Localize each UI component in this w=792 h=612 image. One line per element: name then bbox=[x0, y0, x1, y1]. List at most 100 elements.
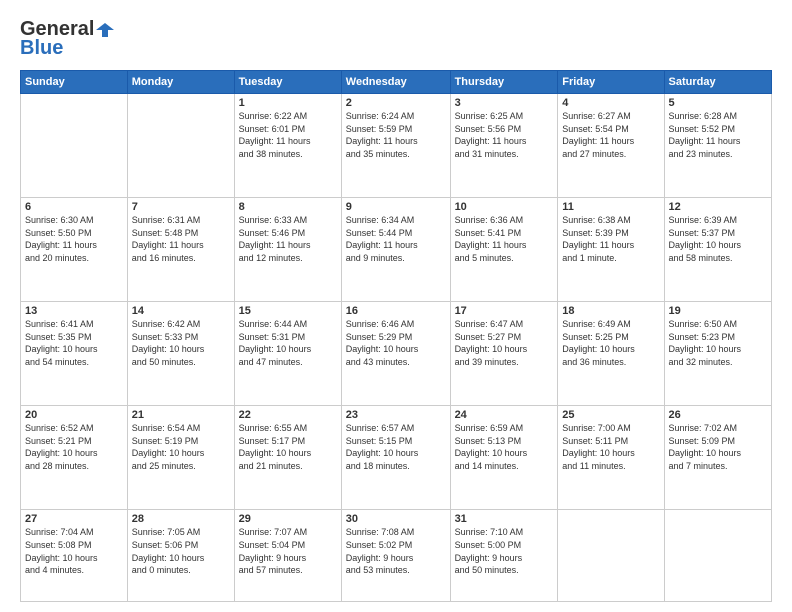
day-info: Sunrise: 7:10 AM Sunset: 5:00 PM Dayligh… bbox=[455, 526, 554, 576]
page: General Blue SundayMondayTuesdayWednesda… bbox=[0, 0, 792, 612]
day-info: Sunrise: 6:59 AM Sunset: 5:13 PM Dayligh… bbox=[455, 422, 554, 472]
day-number: 14 bbox=[132, 305, 230, 317]
day-number: 7 bbox=[132, 201, 230, 213]
day-number: 18 bbox=[562, 305, 659, 317]
day-number: 21 bbox=[132, 409, 230, 421]
weekday-header-tuesday: Tuesday bbox=[234, 71, 341, 94]
week-row-5: 27Sunrise: 7:04 AM Sunset: 5:08 PM Dayli… bbox=[21, 510, 772, 602]
day-cell: 21Sunrise: 6:54 AM Sunset: 5:19 PM Dayli… bbox=[127, 406, 234, 510]
day-info: Sunrise: 6:31 AM Sunset: 5:48 PM Dayligh… bbox=[132, 214, 230, 264]
day-number: 24 bbox=[455, 409, 554, 421]
day-info: Sunrise: 7:05 AM Sunset: 5:06 PM Dayligh… bbox=[132, 526, 230, 576]
day-cell: 26Sunrise: 7:02 AM Sunset: 5:09 PM Dayli… bbox=[664, 406, 771, 510]
day-info: Sunrise: 6:52 AM Sunset: 5:21 PM Dayligh… bbox=[25, 422, 123, 472]
day-cell: 22Sunrise: 6:55 AM Sunset: 5:17 PM Dayli… bbox=[234, 406, 341, 510]
day-cell: 6Sunrise: 6:30 AM Sunset: 5:50 PM Daylig… bbox=[21, 198, 128, 302]
day-info: Sunrise: 6:41 AM Sunset: 5:35 PM Dayligh… bbox=[25, 318, 123, 368]
day-cell: 18Sunrise: 6:49 AM Sunset: 5:25 PM Dayli… bbox=[558, 302, 664, 406]
day-info: Sunrise: 7:07 AM Sunset: 5:04 PM Dayligh… bbox=[239, 526, 337, 576]
day-cell: 29Sunrise: 7:07 AM Sunset: 5:04 PM Dayli… bbox=[234, 510, 341, 602]
day-cell: 13Sunrise: 6:41 AM Sunset: 5:35 PM Dayli… bbox=[21, 302, 128, 406]
day-info: Sunrise: 6:36 AM Sunset: 5:41 PM Dayligh… bbox=[455, 214, 554, 264]
day-cell bbox=[558, 510, 664, 602]
day-number: 30 bbox=[346, 513, 446, 525]
calendar: SundayMondayTuesdayWednesdayThursdayFrid… bbox=[20, 70, 772, 602]
weekday-header-friday: Friday bbox=[558, 71, 664, 94]
day-number: 28 bbox=[132, 513, 230, 525]
weekday-header-sunday: Sunday bbox=[21, 71, 128, 94]
day-info: Sunrise: 7:00 AM Sunset: 5:11 PM Dayligh… bbox=[562, 422, 659, 472]
day-cell: 16Sunrise: 6:46 AM Sunset: 5:29 PM Dayli… bbox=[341, 302, 450, 406]
day-info: Sunrise: 6:57 AM Sunset: 5:15 PM Dayligh… bbox=[346, 422, 446, 472]
day-info: Sunrise: 6:28 AM Sunset: 5:52 PM Dayligh… bbox=[669, 110, 767, 160]
day-number: 13 bbox=[25, 305, 123, 317]
day-cell: 1Sunrise: 6:22 AM Sunset: 6:01 PM Daylig… bbox=[234, 94, 341, 198]
day-cell: 7Sunrise: 6:31 AM Sunset: 5:48 PM Daylig… bbox=[127, 198, 234, 302]
day-cell: 31Sunrise: 7:10 AM Sunset: 5:00 PM Dayli… bbox=[450, 510, 558, 602]
day-cell bbox=[664, 510, 771, 602]
logo: General Blue bbox=[20, 18, 116, 60]
day-info: Sunrise: 6:33 AM Sunset: 5:46 PM Dayligh… bbox=[239, 214, 337, 264]
weekday-header-row: SundayMondayTuesdayWednesdayThursdayFrid… bbox=[21, 71, 772, 94]
weekday-header-thursday: Thursday bbox=[450, 71, 558, 94]
day-info: Sunrise: 6:50 AM Sunset: 5:23 PM Dayligh… bbox=[669, 318, 767, 368]
weekday-header-saturday: Saturday bbox=[664, 71, 771, 94]
day-number: 22 bbox=[239, 409, 337, 421]
day-number: 29 bbox=[239, 513, 337, 525]
day-cell: 27Sunrise: 7:04 AM Sunset: 5:08 PM Dayli… bbox=[21, 510, 128, 602]
day-cell: 5Sunrise: 6:28 AM Sunset: 5:52 PM Daylig… bbox=[664, 94, 771, 198]
day-number: 26 bbox=[669, 409, 767, 421]
week-row-1: 1Sunrise: 6:22 AM Sunset: 6:01 PM Daylig… bbox=[21, 94, 772, 198]
day-cell bbox=[21, 94, 128, 198]
day-cell: 10Sunrise: 6:36 AM Sunset: 5:41 PM Dayli… bbox=[450, 198, 558, 302]
week-row-2: 6Sunrise: 6:30 AM Sunset: 5:50 PM Daylig… bbox=[21, 198, 772, 302]
day-cell: 14Sunrise: 6:42 AM Sunset: 5:33 PM Dayli… bbox=[127, 302, 234, 406]
day-number: 9 bbox=[346, 201, 446, 213]
day-info: Sunrise: 7:04 AM Sunset: 5:08 PM Dayligh… bbox=[25, 526, 123, 576]
day-cell: 28Sunrise: 7:05 AM Sunset: 5:06 PM Dayli… bbox=[127, 510, 234, 602]
day-number: 11 bbox=[562, 201, 659, 213]
day-number: 1 bbox=[239, 97, 337, 109]
day-number: 17 bbox=[455, 305, 554, 317]
day-info: Sunrise: 6:25 AM Sunset: 5:56 PM Dayligh… bbox=[455, 110, 554, 160]
day-cell: 20Sunrise: 6:52 AM Sunset: 5:21 PM Dayli… bbox=[21, 406, 128, 510]
logo-bird-icon bbox=[96, 21, 114, 39]
day-number: 6 bbox=[25, 201, 123, 213]
day-info: Sunrise: 6:30 AM Sunset: 5:50 PM Dayligh… bbox=[25, 214, 123, 264]
day-info: Sunrise: 6:55 AM Sunset: 5:17 PM Dayligh… bbox=[239, 422, 337, 472]
day-number: 23 bbox=[346, 409, 446, 421]
day-number: 2 bbox=[346, 97, 446, 109]
day-cell: 30Sunrise: 7:08 AM Sunset: 5:02 PM Dayli… bbox=[341, 510, 450, 602]
day-cell: 25Sunrise: 7:00 AM Sunset: 5:11 PM Dayli… bbox=[558, 406, 664, 510]
day-info: Sunrise: 7:08 AM Sunset: 5:02 PM Dayligh… bbox=[346, 526, 446, 576]
day-number: 15 bbox=[239, 305, 337, 317]
day-number: 12 bbox=[669, 201, 767, 213]
day-cell: 24Sunrise: 6:59 AM Sunset: 5:13 PM Dayli… bbox=[450, 406, 558, 510]
day-info: Sunrise: 6:22 AM Sunset: 6:01 PM Dayligh… bbox=[239, 110, 337, 160]
day-cell: 17Sunrise: 6:47 AM Sunset: 5:27 PM Dayli… bbox=[450, 302, 558, 406]
day-cell: 23Sunrise: 6:57 AM Sunset: 5:15 PM Dayli… bbox=[341, 406, 450, 510]
week-row-4: 20Sunrise: 6:52 AM Sunset: 5:21 PM Dayli… bbox=[21, 406, 772, 510]
day-number: 3 bbox=[455, 97, 554, 109]
day-number: 8 bbox=[239, 201, 337, 213]
day-number: 10 bbox=[455, 201, 554, 213]
day-number: 27 bbox=[25, 513, 123, 525]
day-number: 25 bbox=[562, 409, 659, 421]
day-cell: 8Sunrise: 6:33 AM Sunset: 5:46 PM Daylig… bbox=[234, 198, 341, 302]
day-cell: 11Sunrise: 6:38 AM Sunset: 5:39 PM Dayli… bbox=[558, 198, 664, 302]
day-info: Sunrise: 6:24 AM Sunset: 5:59 PM Dayligh… bbox=[346, 110, 446, 160]
day-number: 31 bbox=[455, 513, 554, 525]
day-cell: 9Sunrise: 6:34 AM Sunset: 5:44 PM Daylig… bbox=[341, 198, 450, 302]
day-info: Sunrise: 6:34 AM Sunset: 5:44 PM Dayligh… bbox=[346, 214, 446, 264]
day-cell: 19Sunrise: 6:50 AM Sunset: 5:23 PM Dayli… bbox=[664, 302, 771, 406]
logo-blue-text: Blue bbox=[20, 37, 63, 60]
weekday-header-monday: Monday bbox=[127, 71, 234, 94]
day-number: 19 bbox=[669, 305, 767, 317]
header: General Blue bbox=[20, 18, 772, 60]
day-cell: 4Sunrise: 6:27 AM Sunset: 5:54 PM Daylig… bbox=[558, 94, 664, 198]
day-cell bbox=[127, 94, 234, 198]
day-info: Sunrise: 6:38 AM Sunset: 5:39 PM Dayligh… bbox=[562, 214, 659, 264]
day-cell: 2Sunrise: 6:24 AM Sunset: 5:59 PM Daylig… bbox=[341, 94, 450, 198]
day-cell: 3Sunrise: 6:25 AM Sunset: 5:56 PM Daylig… bbox=[450, 94, 558, 198]
day-info: Sunrise: 6:42 AM Sunset: 5:33 PM Dayligh… bbox=[132, 318, 230, 368]
